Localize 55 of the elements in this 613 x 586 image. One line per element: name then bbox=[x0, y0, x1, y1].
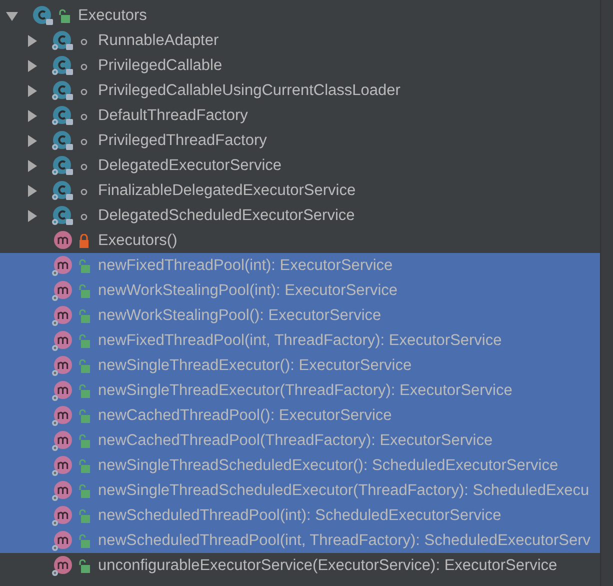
tree-item[interactable]: newScheduledThreadPool(int, ThreadFactory): ScheduledExecutorServ bbox=[0, 528, 600, 553]
tree-item-label: newScheduledThreadPool(int): ScheduledExecutorService bbox=[98, 506, 502, 524]
tree-item-label: newFixedThreadPool(int): ExecutorService bbox=[98, 256, 393, 274]
expand-arrow-icon[interactable] bbox=[6, 10, 18, 22]
expand-arrow-icon[interactable] bbox=[26, 160, 38, 172]
tree-item[interactable]: unconfigurableExecutorService(ExecutorService): ExecutorService bbox=[0, 553, 600, 578]
tree-item[interactable]: newSingleThreadExecutor(): ExecutorService bbox=[0, 353, 600, 378]
tree-item[interactable]: DefaultThreadFactory bbox=[0, 103, 600, 128]
tree-item-label: DelegatedExecutorService bbox=[98, 156, 282, 174]
expand-arrow-icon[interactable] bbox=[26, 134, 38, 146]
tree-item-label: newSingleThreadExecutor(): ExecutorService bbox=[98, 356, 412, 374]
tree-item[interactable]: newWorkStealingPool(): ExecutorService bbox=[0, 303, 600, 328]
tree-item-label: newWorkStealingPool(): ExecutorService bbox=[98, 306, 382, 324]
tree-item[interactable]: newCachedThreadPool(ThreadFactory): ExecutorService bbox=[0, 428, 600, 453]
tree-item[interactable]: Executors() bbox=[0, 228, 600, 253]
tree-item-label: newSingleThreadScheduledExecutor(ThreadFactory): ScheduledExecu bbox=[98, 482, 590, 500]
tree-item-label: FinalizableDelegatedExecutorService bbox=[98, 182, 356, 200]
expand-arrow-icon[interactable] bbox=[26, 210, 38, 222]
tree-item[interactable]: Executors bbox=[0, 3, 600, 28]
expand-arrow-icon[interactable] bbox=[26, 60, 38, 72]
tree-item[interactable]: newSingleThreadExecutor(ThreadFactory): ExecutorService bbox=[0, 378, 600, 403]
tree-item-label: PrivilegedCallableUsingCurrentClassLoader bbox=[98, 82, 400, 100]
tree-item[interactable]: PrivilegedCallable bbox=[0, 53, 600, 78]
tree-item-label: newSingleThreadScheduledExecutor(): ScheduledExecutorService bbox=[98, 456, 558, 474]
tree-item[interactable]: FinalizableDelegatedExecutorService bbox=[0, 178, 600, 203]
expand-arrow-icon[interactable] bbox=[26, 84, 38, 96]
tree-item[interactable]: newCachedThreadPool(): ExecutorService bbox=[0, 403, 600, 428]
tree-item-label: DelegatedScheduledExecutorService bbox=[98, 206, 355, 224]
tree-item-label: newSingleThreadExecutor(ThreadFactory): ExecutorService bbox=[98, 382, 512, 400]
tree-item[interactable]: RunnableAdapter bbox=[0, 28, 600, 53]
tree-item[interactable]: newSingleThreadScheduledExecutor(ThreadFactory): ScheduledExecu bbox=[0, 478, 600, 503]
tree-item-label: unconfigurableExecutorService(ExecutorService): ExecutorService bbox=[98, 556, 558, 574]
tree-item-label: RunnableAdapter bbox=[98, 32, 219, 50]
tree-item-label: PrivilegedCallable bbox=[98, 56, 222, 74]
tree-item[interactable]: newSingleThreadScheduledExecutor(): ScheduledExecutorService bbox=[0, 453, 600, 478]
tree-item[interactable]: PrivilegedCallableUsingCurrentClassLoader bbox=[0, 78, 600, 103]
expand-arrow-icon[interactable] bbox=[26, 34, 38, 46]
tree-item[interactable]: newFixedThreadPool(int): ExecutorService bbox=[0, 253, 600, 278]
tree-item-label: Executors() bbox=[98, 232, 178, 250]
tree-item-label: newCachedThreadPool(ThreadFactory): ExecutorService bbox=[98, 432, 493, 450]
tree-item[interactable]: PrivilegedThreadFactory bbox=[0, 128, 600, 153]
tree-item-label: DefaultThreadFactory bbox=[98, 106, 248, 124]
tree-item-label: newScheduledThreadPool(int, ThreadFactory): ScheduledExecutorServ bbox=[98, 532, 591, 550]
tree-item[interactable]: newFixedThreadPool(int, ThreadFactory): ExecutorService bbox=[0, 328, 600, 353]
tree-item[interactable]: DelegatedScheduledExecutorService bbox=[0, 203, 600, 228]
tree-item-label: newWorkStealingPool(int): ExecutorService bbox=[98, 282, 398, 300]
tree-item-label: newCachedThreadPool(): ExecutorService bbox=[98, 406, 392, 424]
expand-arrow-icon[interactable] bbox=[26, 184, 38, 196]
tree-item[interactable]: DelegatedExecutorService bbox=[0, 153, 600, 178]
tree-item[interactable]: newWorkStealingPool(int): ExecutorService bbox=[0, 278, 600, 303]
tree-item-label: Executors bbox=[78, 6, 147, 24]
tree-item-label: newFixedThreadPool(int, ThreadFactory): ExecutorService bbox=[98, 332, 502, 350]
tree-item[interactable]: newScheduledThreadPool(int): ScheduledExecutorService bbox=[0, 503, 600, 528]
tree-item-label: PrivilegedThreadFactory bbox=[98, 132, 267, 150]
expand-arrow-icon[interactable] bbox=[26, 110, 38, 122]
